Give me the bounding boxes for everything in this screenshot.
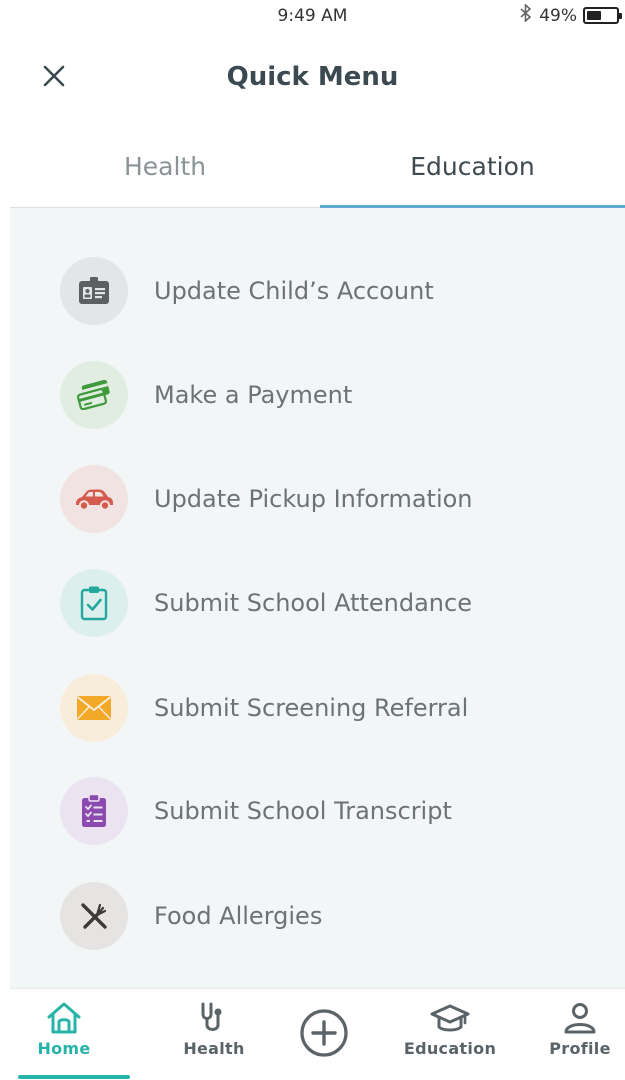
nav-health[interactable]: Health xyxy=(154,1001,274,1058)
menu-item-label: Submit Screening Referral xyxy=(154,694,469,722)
envelope-icon xyxy=(60,674,128,742)
menu-item-submit-school-transcript[interactable]: Submit School Transcript xyxy=(60,776,452,846)
menu-item-food-allergies[interactable]: Food Allergies xyxy=(60,881,322,951)
quick-menu-list: Update Child’s Account Make a Payment Up… xyxy=(10,208,625,988)
stethoscope-icon xyxy=(201,1002,222,1031)
menu-item-submit-screening-referral[interactable]: Submit Screening Referral xyxy=(60,673,468,743)
nav-active-indicator xyxy=(18,1075,130,1079)
status-bar: 9:49 AM 49% xyxy=(0,0,625,34)
nav-home[interactable]: Home xyxy=(4,1001,124,1058)
payment-cards-icon xyxy=(60,361,128,429)
nav-label: Home xyxy=(37,1039,91,1058)
id-card-icon xyxy=(60,257,128,325)
home-icon xyxy=(47,1002,81,1034)
menu-item-label: Submit School Attendance xyxy=(154,589,472,617)
tab-health[interactable]: Health xyxy=(10,126,320,206)
bottom-nav: Home Health Education Profile xyxy=(10,988,625,1080)
fork-knife-icon xyxy=(60,882,128,950)
battery-icon xyxy=(583,7,622,24)
menu-item-submit-school-attendance[interactable]: Submit School Attendance xyxy=(60,568,472,638)
menu-item-update-pickup-information[interactable]: Update Pickup Information xyxy=(60,464,473,534)
tab-bar: Health Education xyxy=(10,126,625,209)
nav-profile[interactable]: Profile xyxy=(530,1001,625,1058)
page-title: Quick Menu xyxy=(226,62,399,92)
person-icon xyxy=(564,1003,596,1034)
menu-item-update-childs-account[interactable]: Update Child’s Account xyxy=(60,256,434,326)
menu-item-label: Submit School Transcript xyxy=(154,797,452,825)
menu-item-make-a-payment[interactable]: Make a Payment xyxy=(60,360,352,430)
graduation-cap-icon xyxy=(430,1004,470,1032)
bluetooth-icon xyxy=(519,3,533,27)
nav-label: Profile xyxy=(549,1039,611,1058)
status-indicators: 49% xyxy=(519,3,622,27)
nav-label: Education xyxy=(403,1039,497,1058)
menu-item-label: Food Allergies xyxy=(154,902,323,930)
nav-education[interactable]: Education xyxy=(390,1001,510,1058)
nav-label: Health xyxy=(183,1039,245,1058)
clipboard-check-icon xyxy=(60,569,128,637)
battery-percent: 49% xyxy=(539,5,577,26)
menu-item-label: Update Pickup Information xyxy=(154,485,473,513)
add-circle-icon xyxy=(300,1009,348,1057)
header: Quick Menu xyxy=(0,40,625,120)
tab-education[interactable]: Education xyxy=(320,126,625,206)
clipboard-list-icon xyxy=(60,777,128,845)
nav-add-button[interactable] xyxy=(264,1007,384,1059)
menu-item-label: Update Child’s Account xyxy=(154,277,434,305)
menu-item-label: Make a Payment xyxy=(154,381,353,409)
car-icon xyxy=(60,465,128,533)
